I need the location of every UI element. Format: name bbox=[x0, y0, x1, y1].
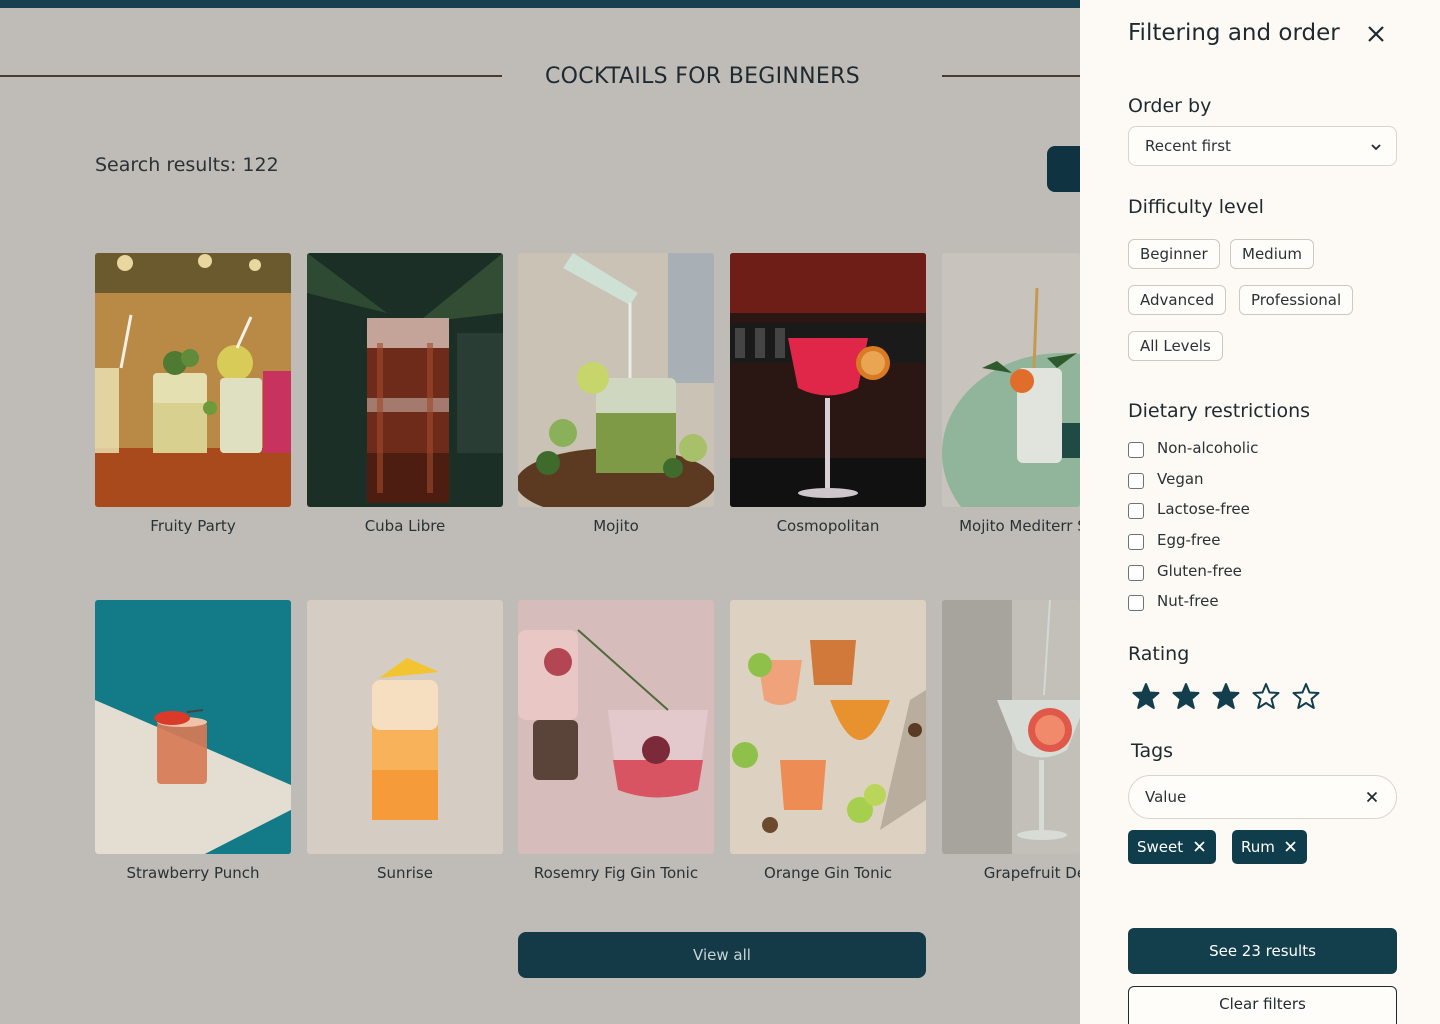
star-filled-icon[interactable] bbox=[1212, 682, 1240, 710]
checkbox[interactable] bbox=[1128, 442, 1144, 458]
cocktail-name: Rosemry Fig Gin Tonic bbox=[533, 864, 699, 882]
mojito-mediterranean-photo bbox=[942, 253, 1080, 507]
cocktail-name: Orange Gin Tonic bbox=[764, 864, 892, 882]
star-outline-icon[interactable] bbox=[1292, 682, 1320, 710]
dietary-label: Dietary restrictions bbox=[1128, 400, 1311, 422]
checkbox[interactable] bbox=[1128, 565, 1144, 581]
cocktail-card[interactable]: Orange Gin Tonic bbox=[730, 600, 926, 883]
cocktail-name: Cosmopolitan bbox=[776, 517, 880, 535]
search-results-count: Search results: 122 bbox=[95, 154, 279, 176]
cocktail-card[interactable]: Cosmopolitan bbox=[730, 253, 926, 536]
star-filled-icon[interactable] bbox=[1172, 682, 1200, 710]
header-rule-left bbox=[0, 75, 502, 77]
view-all-button[interactable]: View all bbox=[518, 932, 926, 978]
order-by-value: Recent first bbox=[1145, 137, 1231, 155]
clear-filters-button[interactable]: Clear filters bbox=[1128, 986, 1397, 1024]
cocktail-name: Strawberry Punch bbox=[126, 864, 260, 882]
cocktail-card[interactable]: Cuba Libre bbox=[307, 253, 503, 536]
star-outline-icon[interactable] bbox=[1252, 682, 1280, 710]
difficulty-label: Difficulty level bbox=[1128, 196, 1264, 218]
orange-gin-tonic-photo bbox=[730, 600, 926, 854]
chevron-down-icon bbox=[1371, 144, 1381, 151]
chip-beginner[interactable]: Beginner bbox=[1128, 239, 1220, 269]
tag-pill-label: Rum bbox=[1241, 838, 1275, 856]
tag-pill-label: Sweet bbox=[1137, 838, 1184, 856]
checkbox-label: Vegan bbox=[1157, 470, 1204, 488]
checkbox[interactable] bbox=[1128, 534, 1144, 550]
order-by-label: Order by bbox=[1128, 95, 1212, 117]
remove-tag-icon[interactable] bbox=[1194, 841, 1205, 852]
filter-drawer: Filtering and order Order by Recent firs… bbox=[1080, 0, 1440, 1024]
order-by-select[interactable]: Recent first bbox=[1128, 126, 1397, 166]
cuba-libre-photo bbox=[307, 253, 503, 507]
star-filled-icon[interactable] bbox=[1132, 682, 1160, 710]
tags-input[interactable]: Value bbox=[1128, 775, 1397, 819]
cocktail-card[interactable]: Fruity Party bbox=[95, 253, 291, 536]
tag-pill-sweet[interactable]: Sweet bbox=[1128, 830, 1216, 864]
cocktail-name: Fruity Party bbox=[150, 517, 236, 535]
tags-input-value: Value bbox=[1145, 788, 1187, 806]
checkbox[interactable] bbox=[1128, 595, 1144, 611]
page-header: COCKTAILS FOR BEGINNERS bbox=[0, 60, 1080, 96]
cocktail-name: Mojito bbox=[593, 517, 639, 535]
cocktail-card[interactable]: Grapefruit Del bbox=[942, 600, 1090, 883]
tag-pill-rum[interactable]: Rum bbox=[1232, 830, 1307, 864]
cocktail-name: Sunrise bbox=[377, 864, 433, 882]
chip-advanced[interactable]: Advanced bbox=[1128, 285, 1227, 315]
fruity-party-photo bbox=[95, 253, 291, 507]
header-rule-right bbox=[942, 75, 1080, 77]
cocktail-name: Cuba Libre bbox=[364, 517, 446, 535]
checkbox-label: Nut-free bbox=[1157, 592, 1219, 610]
checkbox-label: Egg-free bbox=[1157, 531, 1221, 549]
cocktail-card[interactable]: Sunrise bbox=[307, 600, 503, 883]
strawberry-punch-photo bbox=[95, 600, 291, 854]
checkbox-label: Lactose-free bbox=[1157, 500, 1250, 518]
clear-input-icon[interactable] bbox=[1366, 791, 1378, 803]
drawer-title: Filtering and order bbox=[1128, 20, 1340, 46]
cocktail-card[interactable]: Strawberry Punch bbox=[95, 600, 291, 883]
see-results-button[interactable]: See 23 results bbox=[1128, 928, 1397, 974]
sunrise-photo bbox=[307, 600, 503, 854]
page-title: COCKTAILS FOR BEGINNERS bbox=[545, 64, 860, 89]
cocktail-card[interactable]: Mojito Mediterr Style bbox=[942, 253, 1115, 536]
rosemary-fig-gin-tonic-photo bbox=[518, 600, 714, 854]
cosmopolitan-photo bbox=[730, 253, 926, 507]
chip-all-levels[interactable]: All Levels bbox=[1128, 331, 1223, 361]
remove-tag-icon[interactable] bbox=[1285, 841, 1296, 852]
checkbox[interactable] bbox=[1128, 473, 1144, 489]
chip-professional[interactable]: Professional bbox=[1239, 285, 1354, 315]
grapefruit-photo bbox=[942, 600, 1080, 854]
cocktail-card[interactable]: Mojito bbox=[518, 253, 714, 536]
chip-medium[interactable]: Medium bbox=[1230, 239, 1314, 269]
mojito-photo bbox=[518, 253, 714, 507]
rating-label: Rating bbox=[1128, 643, 1190, 665]
checkbox-label: Gluten-free bbox=[1157, 562, 1242, 580]
close-icon[interactable] bbox=[1364, 22, 1388, 46]
tags-label: Tags bbox=[1131, 740, 1174, 762]
checkbox-label: Non-alcoholic bbox=[1157, 439, 1259, 457]
cocktail-card[interactable]: Rosemry Fig Gin Tonic bbox=[518, 600, 714, 883]
checkbox[interactable] bbox=[1128, 503, 1144, 519]
